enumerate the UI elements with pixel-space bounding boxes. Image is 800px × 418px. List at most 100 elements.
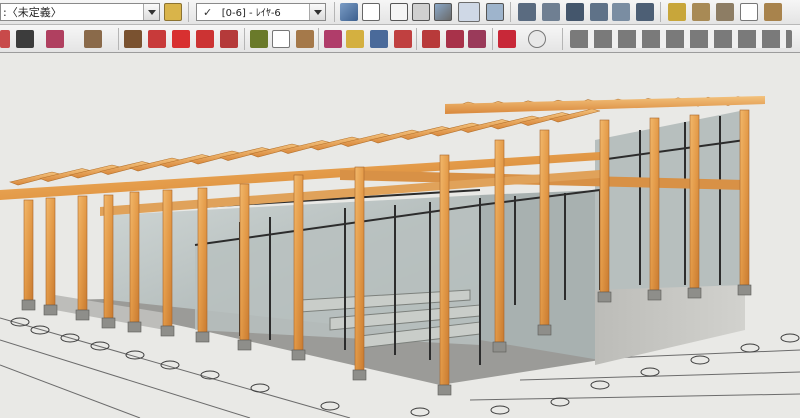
chevron-down-icon[interactable] — [309, 4, 325, 20]
timber-post — [77, 195, 88, 311]
zoom-icon[interactable] — [370, 30, 388, 48]
textured-icon[interactable] — [434, 3, 452, 21]
left-view-icon[interactable] — [636, 3, 654, 21]
rectangle-icon[interactable] — [84, 30, 102, 48]
toolbar-top: :〈未定義〉 ✓ [0-6] - ﾚｲﾔ-6 — [0, 0, 800, 25]
walk-icon[interactable] — [422, 30, 440, 48]
paint-icon[interactable] — [668, 3, 686, 21]
grid-marker — [740, 343, 760, 353]
roof-beam-upper — [445, 96, 765, 114]
toolbar-divider — [660, 2, 661, 22]
grid-marker — [640, 367, 660, 377]
text-icon[interactable] — [740, 3, 758, 21]
model-viewport[interactable] — [0, 53, 800, 418]
post-footing — [237, 339, 252, 351]
post-footing — [75, 309, 90, 321]
orbit-icon[interactable] — [324, 30, 342, 48]
tape-measure-icon[interactable] — [692, 3, 710, 21]
upper-glass-wall — [595, 110, 745, 290]
grid-marker — [410, 407, 430, 417]
post-footing — [43, 304, 58, 316]
timber-post — [494, 139, 505, 343]
toolbar-divider — [416, 28, 417, 50]
right-view-icon[interactable] — [590, 3, 608, 21]
back-view-icon[interactable] — [612, 3, 630, 21]
hand-icon[interactable] — [346, 30, 364, 48]
text-label-icon[interactable] — [272, 30, 290, 48]
grid-marker — [690, 355, 710, 365]
layer-select[interactable]: ✓ [0-6] - ﾚｲﾔ-6 — [196, 3, 326, 21]
timber-post — [239, 183, 250, 341]
timber-post — [23, 199, 34, 301]
profile-icon[interactable] — [528, 30, 546, 48]
grid-marker — [490, 405, 510, 415]
chevron-down-icon[interactable] — [143, 4, 159, 20]
post-footing — [647, 289, 662, 301]
post-footing — [195, 331, 210, 343]
timber-post — [293, 174, 304, 351]
post-footing — [687, 287, 702, 299]
dimension-icon[interactable] — [716, 3, 734, 21]
top-view-icon[interactable] — [542, 3, 560, 21]
hidden-line-icon[interactable] — [390, 3, 408, 21]
component-icon[interactable] — [164, 3, 182, 21]
sketchup-window: :〈未定義〉 ✓ [0-6] - ﾚｲﾔ-6 — [0, 0, 800, 418]
timber-post — [45, 197, 56, 306]
position-camera-icon[interactable] — [446, 30, 464, 48]
section-plane-icon[interactable] — [498, 30, 516, 48]
axes-icon[interactable] — [764, 3, 782, 21]
push-pull-icon[interactable] — [124, 30, 142, 48]
post-footing — [127, 321, 142, 333]
grid-marker — [30, 325, 50, 335]
entity-type-select[interactable]: :〈未定義〉 — [0, 3, 160, 21]
timber-post — [354, 166, 365, 371]
follow-me-icon[interactable] — [148, 30, 166, 48]
scale-icon[interactable] — [220, 30, 238, 48]
post-footing — [352, 369, 367, 381]
timber-post — [539, 129, 550, 326]
grid-marker — [590, 380, 610, 390]
toolbar-divider — [118, 28, 119, 50]
axes-tool-icon[interactable] — [296, 30, 314, 48]
post-footing — [537, 324, 552, 336]
tape-icon[interactable] — [250, 30, 268, 48]
wireframe-icon[interactable] — [362, 3, 380, 21]
timber-post — [103, 194, 114, 319]
toolbar-divider — [188, 2, 189, 22]
toolbar-divider — [562, 28, 563, 50]
post-footing — [437, 384, 452, 396]
grid-marker — [250, 383, 270, 393]
front-view-icon[interactable] — [566, 3, 584, 21]
grid-marker — [550, 397, 570, 407]
timber-post — [197, 187, 208, 333]
layer-select-value: [0-6] - ﾚｲﾔ-6 — [221, 8, 281, 19]
look-around-icon[interactable] — [468, 30, 486, 48]
move-icon[interactable] — [172, 30, 190, 48]
pencil-icon[interactable] — [16, 30, 34, 48]
toolbar-divider — [492, 28, 493, 50]
monochrome-icon[interactable] — [458, 2, 480, 22]
shaded-icon[interactable] — [412, 3, 430, 21]
eraser-icon[interactable] — [0, 30, 10, 48]
section-cuts-icon[interactable] — [570, 30, 792, 48]
timber-post — [739, 109, 750, 286]
grid-marker — [90, 341, 110, 351]
post-footing — [597, 291, 612, 303]
post-footing — [21, 299, 36, 311]
shaded-textures-icon[interactable] — [486, 3, 504, 21]
arc-icon[interactable] — [46, 30, 64, 48]
rotate-icon[interactable] — [196, 30, 214, 48]
iso-view-icon[interactable] — [518, 3, 536, 21]
timber-post — [599, 119, 610, 293]
timber-post — [689, 114, 700, 289]
xray-icon[interactable] — [340, 3, 358, 21]
timber-post — [162, 189, 173, 327]
post-footing — [101, 317, 116, 329]
post-footing — [160, 325, 175, 337]
entity-type-value: :〈未定義〉 — [3, 6, 62, 19]
zoom-extents-icon[interactable] — [394, 30, 412, 48]
timber-post — [439, 154, 450, 386]
toolbar-divider — [318, 28, 319, 50]
building-model — [0, 96, 800, 418]
timber-post — [129, 191, 140, 323]
